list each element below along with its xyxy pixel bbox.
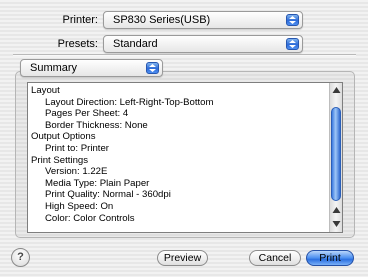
summary-setting-line: Print Quality: Normal - 360dpi [45, 189, 171, 201]
separator [13, 54, 356, 56]
summary-setting-line: Border Thickness: None [45, 119, 148, 131]
presets-label: Presets: [57, 38, 98, 50]
panel-popup[interactable]: Summary [20, 59, 163, 77]
summary-setting-line: Print to: Printer [45, 142, 109, 154]
scroll-thumb[interactable] [331, 107, 341, 201]
summary-section-heading: Output Options [31, 131, 96, 143]
summary-list[interactable]: Layout Layout Direction: Left-Right-Top-B… [27, 82, 343, 233]
scroll-up-arrow-icon[interactable] [331, 205, 342, 216]
updown-arrows-icon [286, 14, 299, 26]
summary-lines: Layout Layout Direction: Left-Right-Top-B… [31, 85, 328, 224]
scroll-up-arrow-icon[interactable] [331, 85, 342, 96]
printer-label: Printer: [62, 14, 98, 26]
presets-popup-value: Standard [113, 38, 158, 50]
scroll-down-arrow-icon[interactable] [331, 218, 342, 229]
help-button[interactable]: ? [11, 248, 30, 267]
printer-popup[interactable]: SP830 Series(USB) [103, 11, 303, 29]
summary-setting-line: Layout Direction: Left-Right-Top-Bottom [45, 96, 214, 108]
summary-setting-line: High Speed: On [45, 200, 114, 212]
summary-setting-line: Version: 1.22E [45, 166, 108, 178]
summary-setting-line: Color: Color Controls [45, 212, 135, 224]
print-button[interactable]: Print [306, 250, 354, 266]
summary-setting-line: Pages Per Sheet: 4 [45, 108, 129, 120]
updown-arrows-icon [146, 62, 159, 74]
summary-setting-line: Media Type: Plain Paper [45, 177, 150, 189]
printer-popup-value: SP830 Series(USB) [113, 14, 211, 26]
summary-section-heading: Layout [31, 85, 60, 96]
preview-button[interactable]: Preview [157, 250, 208, 266]
presets-popup[interactable]: Standard [103, 35, 303, 53]
vertical-scrollbar[interactable] [329, 83, 342, 232]
updown-arrows-icon [286, 38, 299, 50]
panel-popup-value: Summary [30, 62, 78, 74]
cancel-button[interactable]: Cancel [249, 250, 301, 266]
summary-section-heading: Print Settings [31, 154, 89, 166]
